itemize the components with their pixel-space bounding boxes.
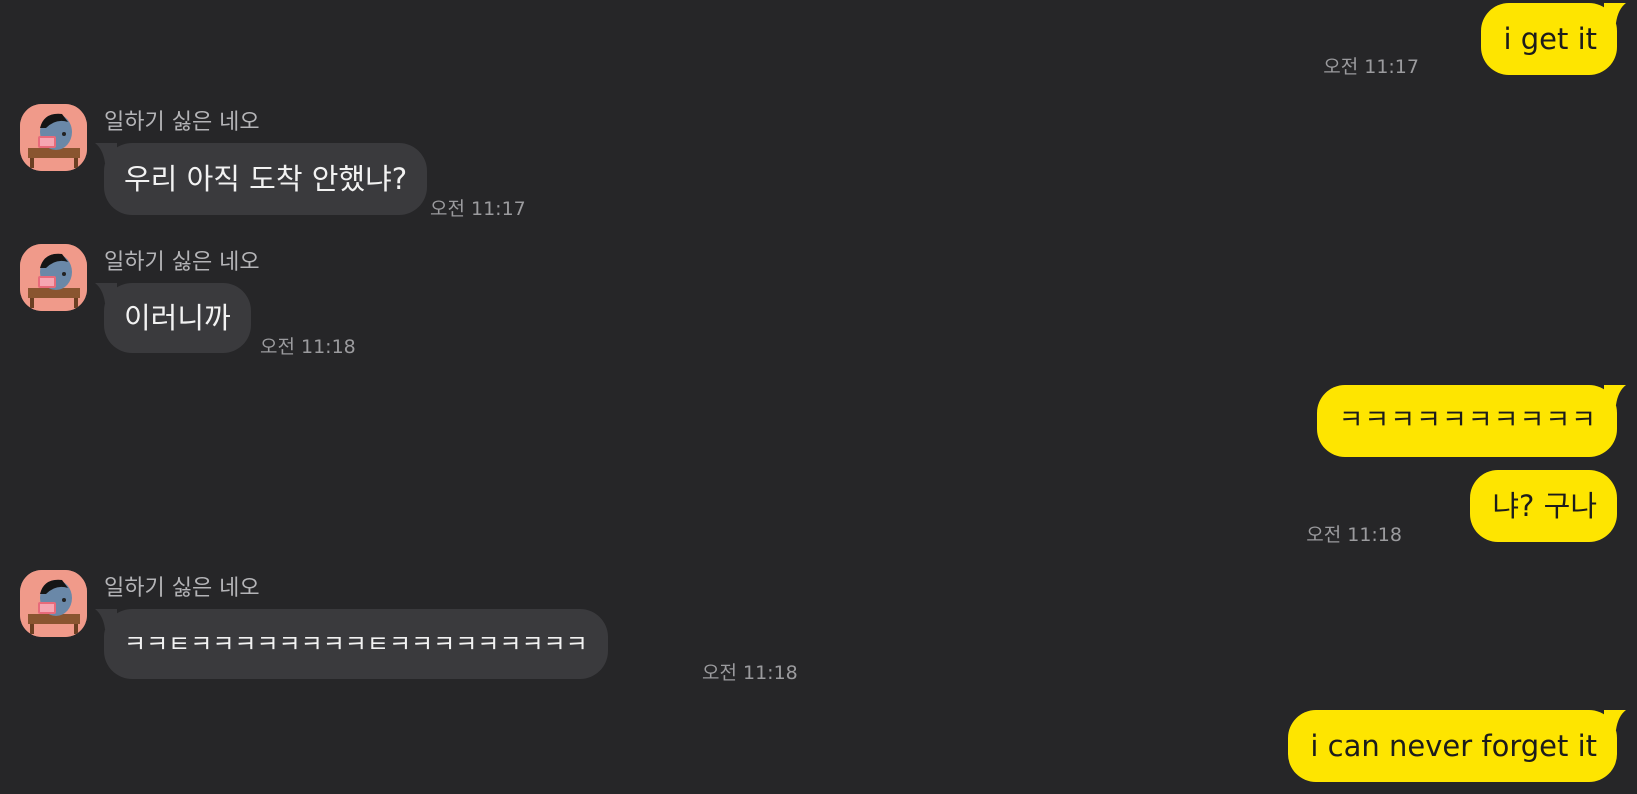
sender-name: 일하기 싫은 네오 [104, 110, 260, 135]
message-bubble-mine[interactable]: 냐? 구나 [1470, 470, 1617, 542]
bubble-tail-icon [95, 283, 117, 303]
message-time: 오전 11:17 [430, 198, 526, 220]
sender-name: 일하기 싫은 네오 [104, 250, 260, 275]
sender-name: 일하기 싫은 네오 [104, 576, 260, 601]
message-time: 오전 11:18 [702, 662, 798, 684]
bubble-tail-icon [95, 609, 117, 629]
message-text: 이러니까 [124, 301, 231, 335]
message-bubble-mine[interactable]: i can never forget it [1288, 710, 1626, 782]
neo-avatar-icon [20, 244, 87, 311]
message-bubble-mine[interactable]: i get it [1481, 3, 1626, 75]
message-time: 오전 11:17 [1323, 56, 1419, 78]
avatar[interactable] [20, 244, 87, 311]
message-text: ㅋㅋㅋㅋㅋㅋㅋㅋㅋㅋ [1338, 405, 1597, 436]
bubble-tail-icon [95, 143, 117, 163]
bubble-tail-icon [1604, 3, 1626, 23]
message-text: i can never forget it [1310, 729, 1597, 763]
message-text: 냐? 구나 [1492, 489, 1597, 523]
message-bubble-other[interactable]: ㅋㅋㅌㅋㅋㅋㅋㅋㅋㅋㅋㅌㅋㅋㅋㅋㅋㅋㅋㅋㅋ [95, 609, 608, 679]
avatar[interactable] [20, 570, 87, 637]
message-text: 우리 아직 도착 안했냐? [124, 162, 408, 196]
message-bubble-other[interactable]: 이러니까 [95, 283, 251, 353]
neo-avatar-icon [20, 104, 87, 171]
bubble-tail-icon [1604, 385, 1626, 405]
bubble-tail-icon [1604, 710, 1626, 730]
message-bubble-mine[interactable]: ㅋㅋㅋㅋㅋㅋㅋㅋㅋㅋ [1316, 385, 1626, 457]
message-time: 오전 11:18 [1306, 524, 1402, 546]
neo-avatar-icon [20, 570, 87, 637]
message-text: i get it [1503, 22, 1597, 56]
avatar[interactable] [20, 104, 87, 171]
message-time: 오전 11:18 [260, 336, 356, 358]
message-bubble-other[interactable]: 우리 아직 도착 안했냐? [95, 143, 428, 215]
message-text: ㅋㅋㅌㅋㅋㅋㅋㅋㅋㅋㅋㅌㅋㅋㅋㅋㅋㅋㅋㅋㅋ [124, 630, 588, 658]
